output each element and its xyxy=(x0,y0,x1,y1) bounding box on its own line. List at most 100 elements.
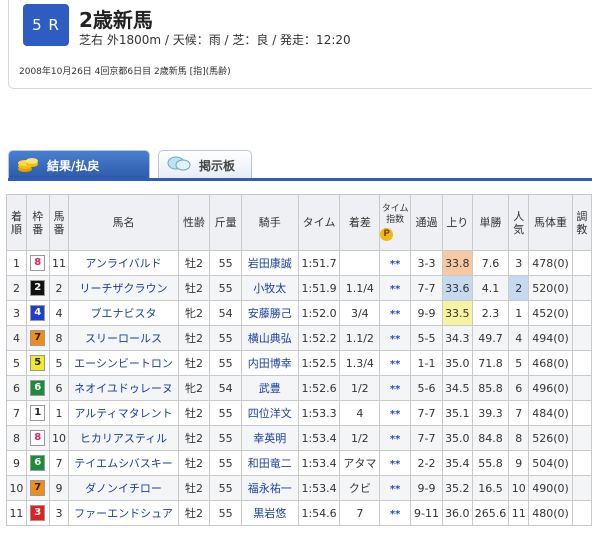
margin: クビ xyxy=(339,475,381,501)
passing-order: 9-9 xyxy=(410,475,443,501)
time-index-value[interactable]: ** xyxy=(390,459,400,470)
frame-cell: 6 xyxy=(25,450,50,476)
horse-number: 8 xyxy=(48,325,70,351)
margin: 7 xyxy=(339,500,381,526)
margin: 1/2 xyxy=(339,425,381,451)
time-index-value[interactable]: ** xyxy=(390,509,400,520)
finish-position: 7 xyxy=(6,400,27,426)
time-index: ** xyxy=(379,250,412,276)
horse-name-link[interactable]: ヒカリアスティル xyxy=(68,425,179,451)
body-weight: 504(0) xyxy=(528,450,573,476)
results-table: 着順 枠番 馬番 馬名 性齢 斤量 騎手 タイム 着差 タイム指数 P 通過 上… xyxy=(6,194,592,526)
frame-cell: 8 xyxy=(25,250,50,276)
frame-cell: 7 xyxy=(25,475,50,501)
finish-time: 1:52.6 xyxy=(297,375,341,401)
race-title: 2歳新馬 xyxy=(79,8,153,32)
header-frame[interactable]: 枠番 xyxy=(25,194,50,251)
header-horse[interactable]: 馬名 xyxy=(68,194,179,251)
table-row: 9 6 7 テイエムシバスキー 牡2 55 和田竜二 1:53.4 アタマ ** 2-2 35.4 55… xyxy=(6,450,592,476)
sex-age: 牡2 xyxy=(177,425,211,451)
sex-age: 牝2 xyxy=(177,300,211,326)
body-weight: 468(0) xyxy=(528,350,573,376)
finish-position: 9 xyxy=(6,450,27,476)
horse-name-link[interactable]: エーシンビートロン xyxy=(68,350,179,376)
tab-message-board[interactable]: 掲示板 xyxy=(158,150,252,179)
jockey-link[interactable]: 福永祐一 xyxy=(240,475,299,501)
sex-age: 牡2 xyxy=(177,450,211,476)
header-passing[interactable]: 通過 xyxy=(410,194,443,251)
horse-name-link[interactable]: スリーロールス xyxy=(68,325,179,351)
horse-number: 1 xyxy=(48,400,70,426)
jockey-link[interactable]: 内田博幸 xyxy=(240,350,299,376)
training-cell xyxy=(571,375,592,401)
horse-number: 10 xyxy=(48,425,70,451)
training-cell xyxy=(571,300,592,326)
header-finish[interactable]: 着順 xyxy=(6,194,27,251)
training-cell xyxy=(571,325,592,351)
body-weight: 490(0) xyxy=(528,475,573,501)
header-time[interactable]: タイム xyxy=(297,194,341,251)
premium-icon: P xyxy=(380,228,394,241)
jockey-link[interactable]: 和田竜二 xyxy=(240,450,299,476)
table-row: 3 4 4 ブエナビスタ 牝2 54 安藤勝己 1:52.0 3/4 ** 9-9 33.5 2.3 1 4… xyxy=(6,300,592,326)
finish-time: 1:51.9 xyxy=(297,275,341,301)
horse-name-link[interactable]: テイエムシバスキー xyxy=(68,450,179,476)
time-index: ** xyxy=(379,475,412,501)
header-sex-age[interactable]: 性齢 xyxy=(177,194,211,251)
horse-name-link[interactable]: ダノンイチロー xyxy=(68,475,179,501)
horse-name-link[interactable]: アンライバルド xyxy=(68,250,179,276)
training-cell xyxy=(571,400,592,426)
horse-name-link[interactable]: ブエナビスタ xyxy=(68,300,179,326)
jockey-link[interactable]: 安藤勝己 xyxy=(240,300,299,326)
training-cell xyxy=(571,250,592,276)
win-odds: 265.6 xyxy=(471,500,510,526)
sex-age: 牡2 xyxy=(177,275,211,301)
time-index-value[interactable]: ** xyxy=(390,309,400,320)
header-jockey[interactable]: 騎手 xyxy=(240,194,299,251)
time-index-value[interactable]: ** xyxy=(390,484,400,495)
header-weight[interactable]: 斤量 xyxy=(209,194,242,251)
time-index-value[interactable]: ** xyxy=(390,409,400,420)
body-weight: 452(0) xyxy=(528,300,573,326)
margin xyxy=(339,250,381,276)
header-number[interactable]: 馬番 xyxy=(48,194,70,251)
time-index-value[interactable]: ** xyxy=(390,359,400,370)
jockey-link[interactable]: 武豊 xyxy=(240,375,299,401)
tab-results[interactable]: 結果/払戻 xyxy=(8,150,150,179)
horse-name-link[interactable]: リーチザクラウン xyxy=(68,275,179,301)
header-time-index[interactable]: タイム指数 P xyxy=(379,194,412,251)
header-training[interactable]: 調教 xyxy=(571,194,592,251)
header-margin[interactable]: 着差 xyxy=(339,194,381,251)
time-index-value[interactable]: ** xyxy=(390,259,400,270)
jockey-link[interactable]: 小牧太 xyxy=(240,275,299,301)
header-win-odds[interactable]: 単勝 xyxy=(471,194,510,251)
header-body-weight[interactable]: 馬体重 xyxy=(528,194,573,251)
time-index-value[interactable]: ** xyxy=(390,434,400,445)
carried-weight: 54 xyxy=(209,375,242,401)
horse-name-link[interactable]: ネオイユドゥレーヌ xyxy=(68,375,179,401)
horse-name-link[interactable]: ファーエンドシュア xyxy=(68,500,179,526)
finish-time: 1:53.3 xyxy=(297,400,341,426)
time-index-value[interactable]: ** xyxy=(390,384,400,395)
header-last3f[interactable]: 上り xyxy=(441,194,473,251)
jockey-link[interactable]: 幸英明 xyxy=(240,425,299,451)
jockey-link[interactable]: 横山典弘 xyxy=(240,325,299,351)
popularity: 9 xyxy=(508,450,530,476)
header-popularity[interactable]: 人気 xyxy=(508,194,530,251)
win-odds: 39.3 xyxy=(471,400,510,426)
race-header: 5 R 2歳新馬 芝右 外1800m / 天候：雨 / 芝：良 / 発走：12:… xyxy=(8,0,592,89)
time-index-value[interactable]: ** xyxy=(390,334,400,345)
horse-name-link[interactable]: アルティマタレント xyxy=(68,400,179,426)
frame-badge: 6 xyxy=(30,380,46,396)
jockey-link[interactable]: 岩田康誠 xyxy=(240,250,299,276)
training-cell xyxy=(571,275,592,301)
jockey-link[interactable]: 黒岩悠 xyxy=(240,500,299,526)
jockey-link[interactable]: 四位洋文 xyxy=(240,400,299,426)
time-index-value[interactable]: ** xyxy=(390,284,400,295)
horse-number: 9 xyxy=(48,475,70,501)
sex-age: 牡2 xyxy=(177,250,211,276)
horse-number: 3 xyxy=(48,500,70,526)
training-cell xyxy=(571,450,592,476)
passing-order: 7-7 xyxy=(410,275,443,301)
finish-position: 4 xyxy=(6,325,27,351)
